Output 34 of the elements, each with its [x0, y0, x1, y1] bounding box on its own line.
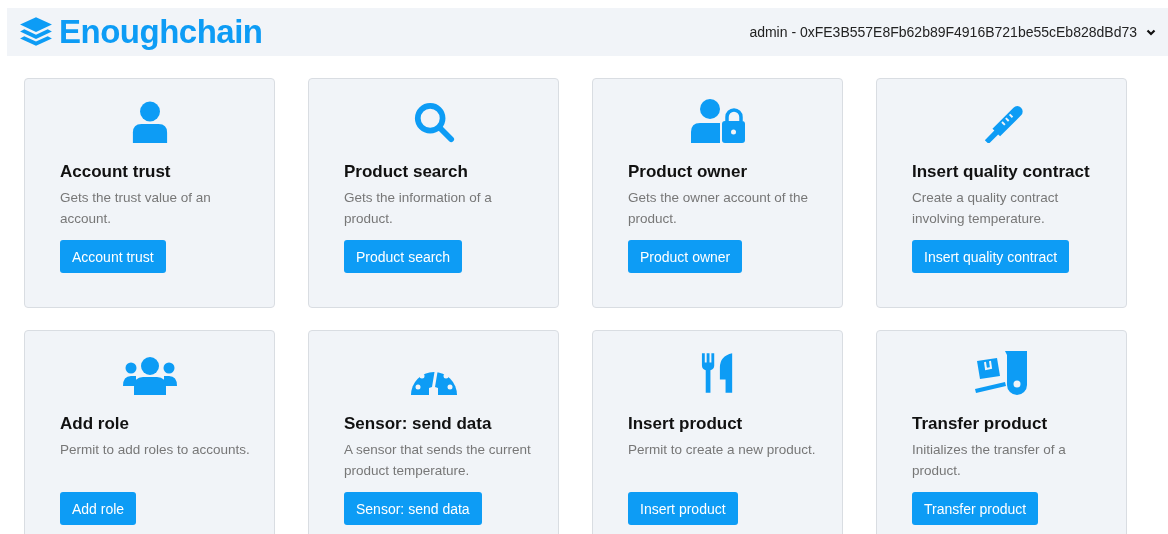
action-button[interactable]: Product owner	[628, 240, 743, 273]
action-button[interactable]: Insert quality contract	[912, 240, 1070, 273]
card-description: Permit to create a new product.	[628, 441, 817, 459]
card-description: Gets the trust value of an account.	[60, 189, 212, 228]
fork-knife-icon	[700, 351, 735, 395]
card-description: Permit to add roles to accounts.	[60, 441, 251, 459]
card-description: Gets the owner account of the product.	[628, 189, 810, 228]
caret-icon	[1146, 28, 1156, 36]
users-icon	[122, 357, 177, 395]
layers-icon	[19, 16, 53, 48]
action-button[interactable]: Product search	[344, 240, 463, 273]
card-title: Sensor: send data	[344, 414, 493, 434]
card-title: Add role	[60, 414, 130, 434]
action-button[interactable]: Insert product	[628, 492, 738, 525]
search-icon	[412, 101, 455, 143]
card-title: Transfer product	[912, 414, 1049, 434]
card-description: A sensor that sends the current product temperature.	[344, 441, 532, 480]
card-title: Product search	[344, 162, 469, 182]
card-description: Initializes the transfer of a product.	[912, 441, 1067, 480]
user-icon	[130, 101, 169, 143]
card-description: Create a quality contract involving temperature.	[912, 189, 1060, 228]
card-title: Account trust	[60, 162, 172, 182]
hand-truck-icon	[974, 351, 1029, 395]
action-button[interactable]: Add role	[60, 492, 137, 525]
action-button[interactable]: Sensor: send data	[344, 492, 482, 525]
card-description: Gets the information of a product.	[344, 189, 493, 228]
user-lock-icon	[690, 99, 745, 143]
action-button[interactable]: Account trust	[60, 240, 166, 273]
account-menu[interactable]: admin - 0xFE3B557E8Fb62b89F4916B721be55cEb828dBd73	[749, 24, 1156, 40]
card-title: Product owner	[628, 162, 748, 182]
action-button[interactable]: Transfer product	[912, 492, 1039, 525]
card-title: Insert quality contract	[912, 162, 1091, 182]
card-title: Insert product	[628, 414, 744, 434]
brand-name[interactable]: Enoughchain	[59, 13, 263, 51]
